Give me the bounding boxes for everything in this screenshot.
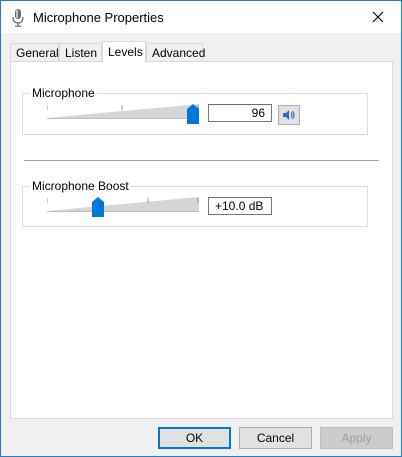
microphone-value: 96 bbox=[251, 106, 265, 120]
mute-toggle-button[interactable] bbox=[278, 105, 300, 125]
section-divider bbox=[24, 160, 379, 161]
tab-label: Listen bbox=[65, 46, 98, 60]
microphone-label: Microphone bbox=[30, 86, 97, 100]
boost-slider-thumb[interactable] bbox=[91, 197, 104, 217]
tab-label: Advanced bbox=[152, 46, 206, 60]
tab-levels[interactable]: Levels bbox=[102, 41, 146, 62]
apply-label: Apply bbox=[341, 431, 372, 445]
title-bar: Microphone Properties bbox=[1, 1, 401, 33]
tab-listen[interactable]: Listen bbox=[59, 43, 102, 61]
boost-value-field[interactable]: +10.0 dB bbox=[208, 197, 272, 215]
window-title: Microphone Properties bbox=[33, 10, 164, 25]
tab-label: General bbox=[16, 46, 59, 60]
tab-general[interactable]: General bbox=[10, 43, 59, 61]
slider-wedge bbox=[47, 104, 199, 118]
slider-wedge bbox=[47, 197, 199, 211]
close-button[interactable] bbox=[355, 1, 401, 33]
microphone-icon bbox=[12, 9, 24, 27]
properties-window: Microphone Properties General Listen Lev… bbox=[0, 0, 402, 457]
microphone-boost-group: Microphone Boost +10.0 dB bbox=[22, 179, 368, 227]
microphone-group: Microphone 96 bbox=[22, 86, 368, 135]
ok-label: OK bbox=[185, 431, 204, 445]
tab-label: Levels bbox=[108, 45, 143, 59]
cancel-button[interactable]: Cancel bbox=[239, 427, 312, 449]
boost-slider[interactable] bbox=[47, 195, 199, 213]
microphone-boost-label: Microphone Boost bbox=[30, 179, 131, 193]
microphone-slider-thumb[interactable] bbox=[186, 104, 199, 124]
speaker-icon bbox=[283, 110, 295, 120]
cancel-label: Cancel bbox=[256, 431, 295, 445]
close-icon bbox=[372, 11, 384, 23]
ok-button[interactable]: OK bbox=[158, 427, 231, 449]
levels-panel: Microphone 96 Microphone Boost +10.0 dB bbox=[10, 61, 393, 419]
microphone-value-field[interactable]: 96 bbox=[208, 104, 272, 122]
boost-value: +10.0 dB bbox=[215, 199, 264, 213]
apply-button[interactable]: Apply bbox=[320, 427, 393, 449]
microphone-slider[interactable] bbox=[47, 102, 199, 120]
tab-advanced[interactable]: Advanced bbox=[146, 43, 206, 61]
